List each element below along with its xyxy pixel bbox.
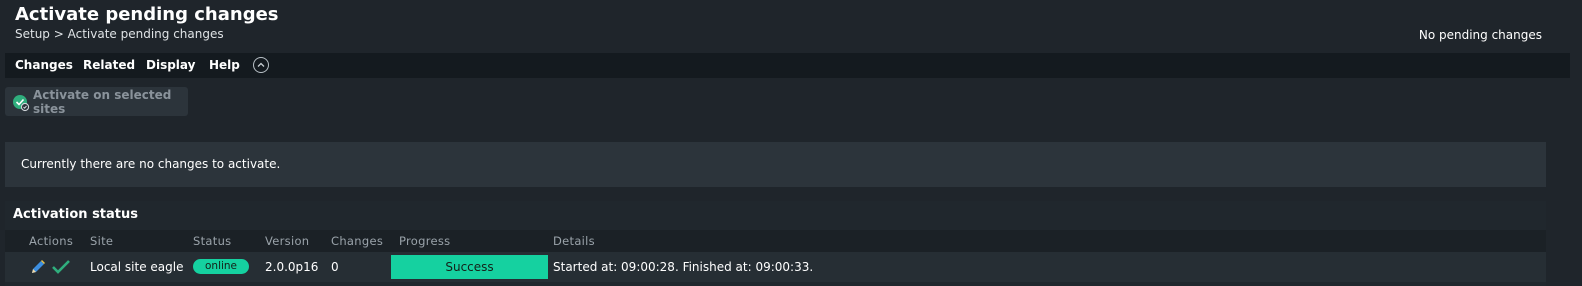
activate-site-check-icon[interactable] xyxy=(51,258,71,280)
breadcrumb[interactable]: Setup > Activate pending changes xyxy=(15,27,224,41)
info-message-box: Currently there are no changes to activa… xyxy=(5,142,1546,187)
title-bar: Activate pending changes Setup > Activat… xyxy=(0,0,1582,52)
pending-changes-status[interactable]: No pending changes xyxy=(1419,28,1542,42)
column-header-changes: Changes xyxy=(331,234,384,248)
site-name: Local site eagle xyxy=(90,260,184,274)
site-changes-count: 0 xyxy=(331,260,339,274)
activate-check-icon xyxy=(12,94,30,111)
page-menu-bar: Changes Related Display Help xyxy=(5,53,1570,78)
column-header-site: Site xyxy=(90,234,114,248)
edit-pencil-icon[interactable] xyxy=(29,258,47,280)
column-header-version: Version xyxy=(265,234,310,248)
column-header-actions: Actions xyxy=(29,234,74,248)
activation-details: Started at: 09:00:28. Finished at: 09:00… xyxy=(553,260,814,274)
progress-label: Success xyxy=(445,260,494,274)
menu-changes[interactable]: Changes xyxy=(15,58,73,72)
site-version: 2.0.0p16 xyxy=(265,260,319,274)
column-header-details: Details xyxy=(553,234,595,248)
info-message: Currently there are no changes to activa… xyxy=(21,157,281,171)
status-badge: online xyxy=(193,259,249,274)
page-title: Activate pending changes xyxy=(15,4,279,25)
column-header-status: Status xyxy=(193,234,232,248)
activation-status-heading: Activation status xyxy=(13,207,138,222)
menu-display[interactable]: Display xyxy=(146,58,195,72)
activate-selected-sites-button[interactable]: Activate on selected sites xyxy=(5,87,188,116)
activation-status-section: Activation status Actions Site Status Ve… xyxy=(5,201,1546,286)
activate-button-label: Activate on selected sites xyxy=(33,87,172,116)
menu-help[interactable]: Help xyxy=(209,58,240,72)
progress-bar: Success xyxy=(391,255,548,279)
menu-related[interactable]: Related xyxy=(83,58,135,72)
table-header: Actions Site Status Version Changes Prog… xyxy=(5,230,1546,252)
chevron-up-circle-icon[interactable] xyxy=(253,57,269,73)
table-row: Local site eagle online 2.0.0p16 0 Succe… xyxy=(5,252,1546,282)
page: Activate pending changes Setup > Activat… xyxy=(0,0,1582,286)
column-header-progress: Progress xyxy=(399,234,451,248)
